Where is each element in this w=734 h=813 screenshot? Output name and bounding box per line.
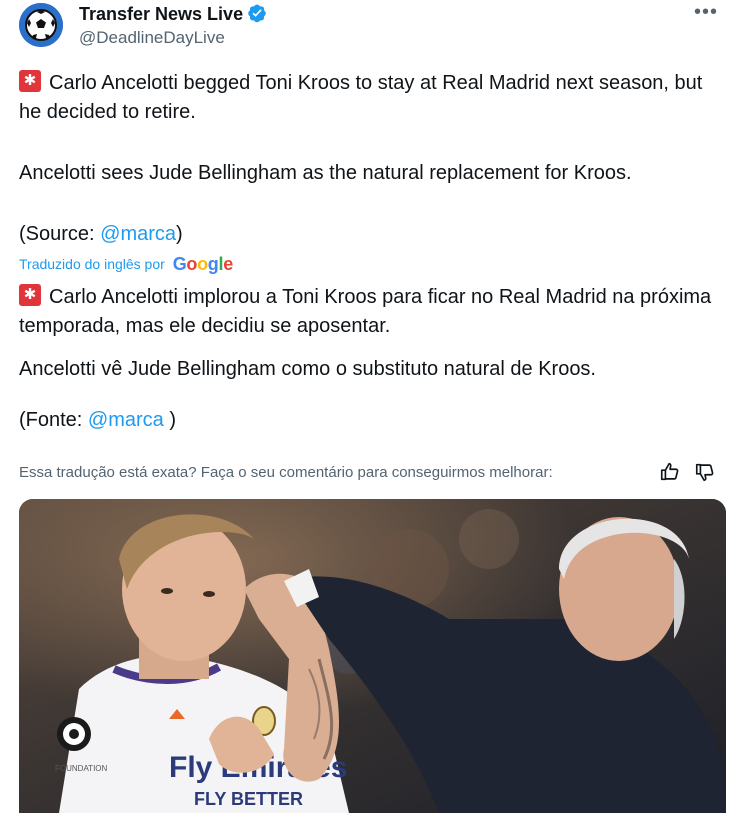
photo-kroos-ancelotti: Fly Emirates FLY BETTER FOUNDATION [19, 499, 726, 813]
tweet-original-source: (Source: @marca) [19, 220, 719, 249]
tweet-original-line-2: Ancelotti sees Jude Bellingham as the na… [19, 162, 632, 184]
verified-badge-icon [248, 4, 266, 23]
siren-icon [19, 70, 41, 92]
source-suffix: ) [176, 223, 183, 245]
jersey-slogan-text: FLY BETTER [194, 789, 303, 809]
mention-link-marca[interactable]: @marca [100, 223, 176, 245]
soccer-ball-icon [19, 3, 63, 47]
google-logo: Google [172, 254, 234, 274]
tweet-translated-paragraph-1: Carlo Ancelotti implorou a Toni Kroos pa… [19, 283, 719, 341]
tweet-original-paragraph-1: Carlo Ancelotti begged Toni Kroos to sta… [19, 69, 719, 127]
translated-by-link[interactable]: Traduzido do inglês por Google [19, 254, 233, 274]
tweet-translated-line-2: Ancelotti vê Jude Bellingham como o subs… [19, 358, 596, 380]
tweet-translated-source: (Fonte: @marca ) [19, 406, 719, 435]
mention-link-marca[interactable]: @marca [88, 409, 164, 431]
siren-icon [19, 284, 41, 306]
source-prefix: (Source: [19, 223, 101, 245]
author-name[interactable]: Transfer News Live [79, 2, 267, 26]
author-handle[interactable]: @DeadlineDayLive [79, 27, 225, 49]
tweet-original-line-1: Carlo Ancelotti begged Toni Kroos to sta… [19, 72, 703, 123]
jersey-badge-text: FOUNDATION [55, 764, 108, 773]
source-prefix: (Fonte: [19, 409, 88, 431]
translation-feedback-prompt: Essa tradução está exata? Faça o seu com… [19, 464, 553, 481]
tweet-translated-line-1: Carlo Ancelotti implorou a Toni Kroos pa… [19, 286, 712, 337]
translated-by-text[interactable]: Traduzido do inglês por [19, 256, 165, 272]
avatar[interactable] [19, 3, 63, 47]
thumbs-down-icon[interactable] [694, 461, 716, 483]
thumbs-up-icon[interactable] [659, 461, 681, 483]
source-suffix: ) [163, 409, 177, 431]
author-name-text[interactable]: Transfer News Live [79, 4, 243, 24]
tweet-image[interactable]: Fly Emirates FLY BETTER FOUNDATION [19, 499, 726, 813]
more-options-icon[interactable]: ••• [690, 2, 722, 26]
